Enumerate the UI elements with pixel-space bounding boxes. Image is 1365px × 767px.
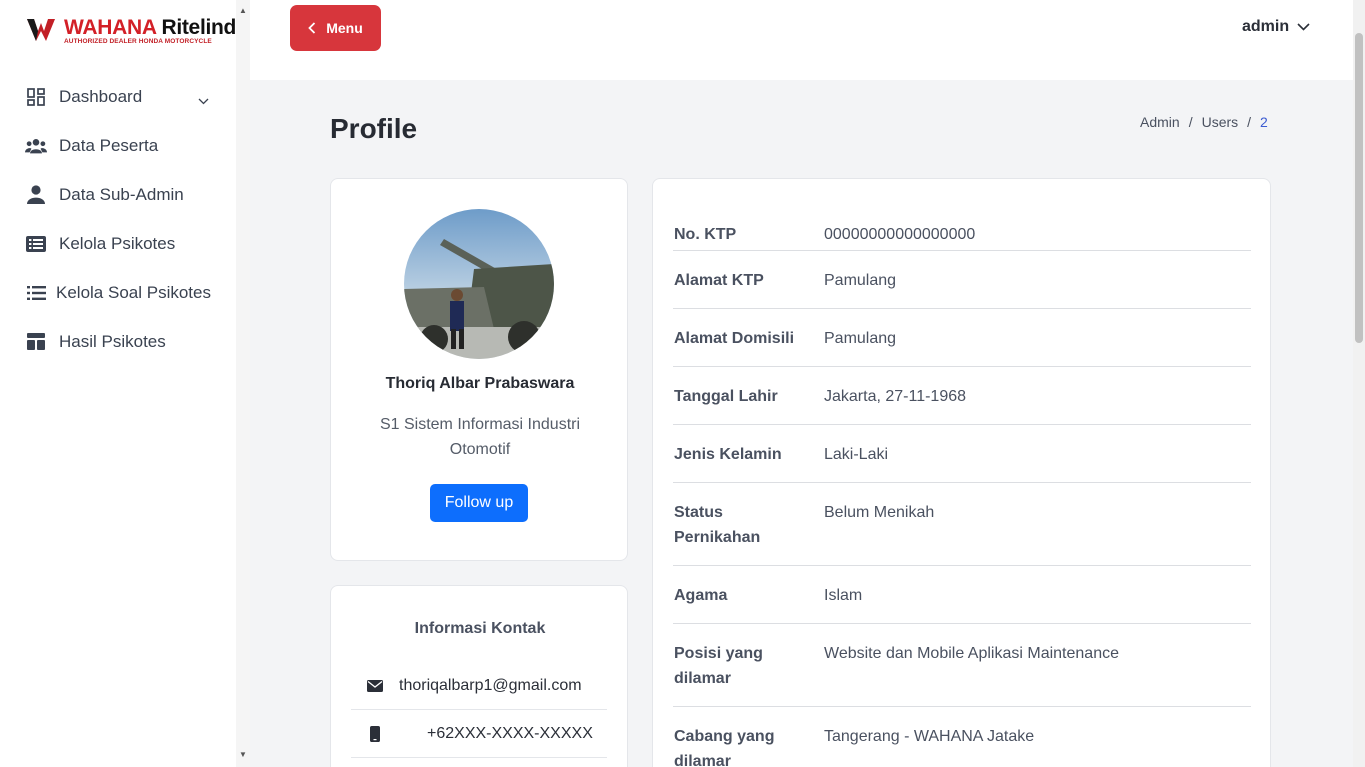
menu-label: Menu: [326, 20, 363, 36]
topbar: Menu admin: [250, 0, 1353, 80]
list-icon: [25, 282, 47, 304]
detail-value: Belum Menikah: [824, 504, 935, 521]
breadcrumb-admin[interactable]: Admin: [1140, 114, 1180, 130]
detail-label: Alamat KTP: [674, 272, 764, 289]
chevron-down-icon: [198, 90, 209, 110]
detail-label: No. KTP: [674, 226, 737, 243]
page-title: Profile: [330, 113, 418, 144]
sidebar-item-kelola-soal-psikotes[interactable]: Kelola Soal Psikotes: [0, 268, 236, 317]
contact-title: Informasi Kontak: [414, 620, 546, 637]
detail-row: Status Pernikahan Belum Menikah: [673, 483, 1251, 566]
detail-value: Website dan Mobile Aplikasi Maintenance: [824, 645, 1119, 662]
detail-row: Tanggal Lahir Jakarta, 27-11-1968: [673, 367, 1251, 425]
detail-row: Jenis Kelamin Laki-Laki: [673, 425, 1251, 483]
layout-icon: [25, 331, 47, 353]
dashboard-grid-icon: [25, 86, 47, 108]
envelope-icon: [351, 679, 399, 692]
detail-row: Alamat KTP Pamulang: [673, 251, 1251, 309]
sidebar-item-data-sub-admin[interactable]: Data Sub-Admin: [0, 170, 236, 219]
breadcrumb-current: 2: [1260, 114, 1268, 130]
mobile-phone-icon: [351, 725, 399, 742]
contact-email[interactable]: thoriqalbarp1@gmail.com: [399, 677, 582, 695]
user-menu[interactable]: admin: [1242, 18, 1310, 36]
sidebar-item-data-peserta[interactable]: Data Peserta: [0, 121, 236, 170]
contact-email-row: thoriqalbarp1@gmail.com: [351, 662, 607, 710]
detail-row: Cabang yang dilamar Tangerang - WAHANA J…: [673, 707, 1251, 767]
detail-label: Jenis Kelamin: [674, 446, 782, 463]
sidebar-item-label: Dashboard: [59, 86, 143, 106]
sidebar-item-kelola-psikotes[interactable]: Kelola Psikotes: [0, 219, 236, 268]
sidebar-item-label: Hasil Psikotes: [59, 331, 166, 351]
chevron-down-icon: [1297, 23, 1310, 31]
brand-name: WAHANA Ritelindo: [64, 16, 249, 39]
user-name: admin: [1242, 18, 1290, 35]
breadcrumb: Admin / Users / 2: [1140, 114, 1268, 130]
contact-card: Informasi Kontak thoriqalbarp1@gmail.com…: [330, 585, 628, 767]
brand-logo[interactable]: WAHANA Ritelindo AUTHORIZED DEALER HONDA…: [26, 15, 249, 49]
sidebar-item-label: Data Peserta: [59, 135, 159, 155]
list-alt-icon: [25, 233, 47, 255]
detail-label: Cabang yang dilamar: [674, 728, 775, 767]
scroll-up-icon[interactable]: ▲: [239, 6, 247, 15]
user-icon: [25, 184, 47, 206]
detail-label: Agama: [674, 587, 728, 604]
breadcrumb-users[interactable]: Users: [1202, 114, 1239, 130]
detail-value: Islam: [824, 587, 863, 604]
scroll-down-icon[interactable]: ▼: [239, 750, 247, 759]
sidebar-nav: Dashboard Data Peserta Data Sub-Admin Ke…: [0, 72, 236, 366]
sidebar-item-label: Kelola Soal Psikotes: [56, 282, 211, 302]
detail-value: Pamulang: [824, 272, 897, 289]
breadcrumb-separator: /: [1188, 114, 1193, 130]
sidebar-item-label: Kelola Psikotes: [59, 233, 176, 253]
detail-value: 00000000000000000: [824, 226, 976, 243]
menu-toggle-button[interactable]: Menu: [290, 5, 381, 51]
contact-phone[interactable]: +62XXX-XXXX-XXXXX: [427, 725, 593, 743]
wahana-logo-icon: [27, 19, 55, 41]
detail-value: Laki-Laki: [824, 446, 889, 463]
detail-label: Status Pernikahan: [674, 504, 761, 546]
users-icon: [25, 135, 47, 157]
detail-value: Tangerang - WAHANA Jatake: [824, 728, 1035, 745]
sidebar-item-dashboard[interactable]: Dashboard: [0, 72, 236, 121]
sidebar-item-hasil-psikotes[interactable]: Hasil Psikotes: [0, 317, 236, 366]
detail-row: Posisi yang dilamar Website dan Mobile A…: [673, 624, 1251, 707]
contact-phone-row: +62XXX-XXXX-XXXXX: [351, 710, 607, 758]
profile-name: Thoriq Albar Prabaswara: [385, 375, 575, 392]
chevron-left-icon: [308, 22, 316, 34]
detail-row: Agama Islam: [673, 566, 1251, 624]
avatar: [404, 209, 554, 359]
sidebar: WAHANA Ritelindo AUTHORIZED DEALER HONDA…: [0, 0, 249, 767]
detail-label: Posisi yang dilamar: [674, 645, 763, 687]
page-scrollbar[interactable]: [1353, 0, 1365, 767]
detail-label: Tanggal Lahir: [674, 388, 778, 405]
breadcrumb-separator: /: [1247, 114, 1252, 130]
profile-major: S1 Sistem Informasi Industri Otomotif: [379, 416, 581, 458]
brand-tagline: AUTHORIZED DEALER HONDA MOTORCYCLE: [64, 38, 212, 45]
sidebar-scrollbar[interactable]: ▲ ▼: [236, 0, 250, 767]
profile-card: Thoriq Albar Prabaswara S1 Sistem Inform…: [330, 178, 628, 561]
detail-row: Alamat Domisili Pamulang: [673, 309, 1251, 367]
detail-row: No. KTP 00000000000000000: [673, 191, 1251, 251]
details-card: No. KTP 00000000000000000 Alamat KTP Pam…: [652, 178, 1271, 767]
sidebar-item-label: Data Sub-Admin: [59, 184, 184, 204]
detail-value: Pamulang: [824, 330, 897, 347]
detail-label: Alamat Domisili: [674, 330, 795, 347]
scrollbar-thumb[interactable]: [1355, 33, 1363, 343]
detail-value: Jakarta, 27-11-1968: [824, 388, 967, 405]
follow-up-button[interactable]: Follow up: [430, 484, 528, 522]
